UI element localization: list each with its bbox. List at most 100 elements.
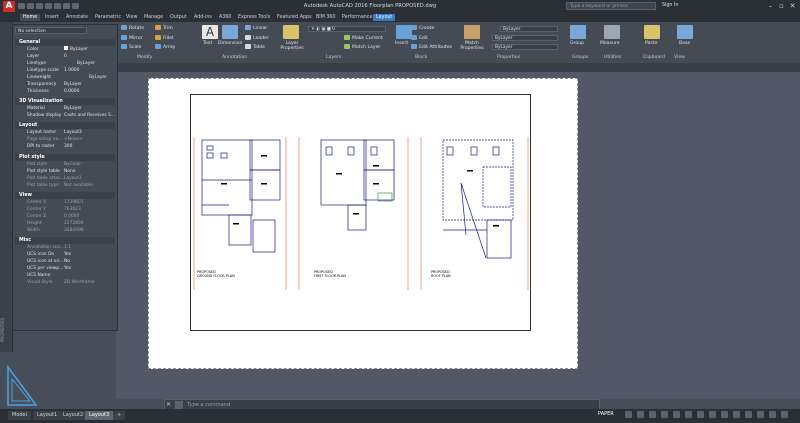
layer-properties-icon[interactable] bbox=[283, 25, 299, 39]
undo-icon[interactable] bbox=[63, 3, 70, 9]
otrack-icon[interactable] bbox=[685, 411, 692, 418]
prop-row[interactable]: UCS Name bbox=[15, 272, 115, 279]
match-layer-button[interactable]: Match Layer bbox=[344, 44, 380, 50]
minimize-icon[interactable]: – bbox=[765, 1, 776, 11]
section-3d-visualization[interactable]: 3D Visualization bbox=[15, 98, 115, 105]
group-icon[interactable] bbox=[570, 25, 586, 39]
prop-row[interactable]: Layer 0 bbox=[15, 53, 115, 60]
prop-row[interactable]: Center Z 0.0000 bbox=[15, 213, 115, 220]
lineweight-icon[interactable] bbox=[697, 411, 704, 418]
make-current-button[interactable]: Make Current bbox=[344, 35, 383, 41]
layer-dropdown[interactable]: ☀ ◐ ▣ ■ 0 bbox=[308, 26, 386, 32]
prop-row[interactable]: Material ByLayer bbox=[15, 105, 115, 112]
lineweight-dropdown[interactable]: ByLayer bbox=[492, 35, 558, 41]
create-block-button[interactable]: Create bbox=[411, 25, 434, 31]
prop-row[interactable]: Shadow display Casts and Receives S... bbox=[15, 112, 115, 119]
prop-row[interactable]: Linetype scale 1.0000 bbox=[15, 67, 115, 74]
array-button[interactable]: Array bbox=[155, 44, 175, 50]
color-dropdown[interactable]: ByLayer bbox=[500, 26, 558, 32]
insert-button[interactable]: Insert bbox=[395, 41, 408, 46]
prop-row[interactable]: Visual Style 2D Wireframe bbox=[15, 279, 115, 286]
maximize-icon[interactable]: ▫ bbox=[776, 1, 787, 11]
tab-layout[interactable]: Layout bbox=[373, 14, 396, 21]
tab-view[interactable]: View bbox=[123, 14, 140, 21]
prop-row[interactable]: Height 2272804 bbox=[15, 220, 115, 227]
tab-express-tools[interactable]: Express Tools bbox=[235, 14, 273, 21]
isolate-icon[interactable] bbox=[745, 411, 752, 418]
prop-row[interactable]: DPI to raster 300 bbox=[15, 143, 115, 150]
app-logo-icon[interactable]: A bbox=[3, 1, 15, 12]
tab-a360[interactable]: A360 bbox=[216, 14, 234, 21]
close-command-icon[interactable]: ✕ bbox=[166, 401, 174, 409]
measure-button[interactable]: Measure bbox=[600, 41, 620, 46]
group-button[interactable]: Group bbox=[570, 41, 584, 46]
prop-row[interactable]: Plot table type Not available bbox=[15, 182, 115, 189]
tab-performance[interactable]: Performance bbox=[339, 14, 375, 21]
grid-icon[interactable] bbox=[625, 411, 632, 418]
prop-row[interactable]: Width 3484996 bbox=[15, 227, 115, 234]
tab-manage[interactable]: Manage bbox=[141, 14, 166, 21]
redo-icon[interactable] bbox=[72, 3, 79, 9]
open-icon[interactable] bbox=[27, 3, 34, 9]
add-layout-button[interactable]: + bbox=[113, 411, 126, 420]
edit-attributes-button[interactable]: Edit Attributes bbox=[411, 44, 452, 50]
base-button[interactable]: Base bbox=[679, 41, 690, 46]
prop-row[interactable]: Center Y 763023 bbox=[15, 206, 115, 213]
tab-model[interactable]: Model bbox=[8, 411, 32, 420]
scale-button[interactable]: Scale bbox=[121, 44, 141, 50]
tab-bim360[interactable]: BIM 360 bbox=[313, 14, 339, 21]
annotation-scale-icon[interactable] bbox=[709, 411, 716, 418]
tab-layout2[interactable]: Layout2 bbox=[59, 411, 88, 420]
prop-row[interactable]: Transparency ByLayer bbox=[15, 81, 115, 88]
prop-row[interactable]: Thickness 0.0000 bbox=[15, 88, 115, 95]
prop-row[interactable]: Plot table attac... Layout3 bbox=[15, 175, 115, 182]
linetype-dropdown[interactable]: ByLayer bbox=[492, 44, 558, 50]
leader-button[interactable]: Leader bbox=[245, 35, 269, 41]
prop-row[interactable]: Plot style table None bbox=[15, 168, 115, 175]
dimension-icon[interactable] bbox=[222, 25, 238, 39]
section-plot-style[interactable]: Plot style bbox=[15, 154, 115, 161]
section-view[interactable]: View bbox=[15, 192, 115, 199]
workspace-icon[interactable] bbox=[721, 411, 728, 418]
match-properties-icon[interactable] bbox=[464, 25, 480, 39]
clean-screen-icon[interactable] bbox=[769, 411, 776, 418]
prop-row[interactable]: Center X 1719601 bbox=[15, 199, 115, 206]
search-input[interactable]: Type a keyword or phrase bbox=[566, 2, 656, 10]
save-as-icon[interactable] bbox=[45, 3, 52, 9]
osnap-icon[interactable] bbox=[673, 411, 680, 418]
linear-button[interactable]: Linear bbox=[245, 25, 267, 31]
prop-row[interactable]: Color ByLayer bbox=[15, 46, 115, 53]
prop-row[interactable]: Page setup na... <None> bbox=[15, 136, 115, 143]
tab-insert[interactable]: Insert bbox=[42, 14, 62, 21]
match-properties-button[interactable]: Match Properties bbox=[460, 41, 484, 51]
dimension-button[interactable]: Dimension bbox=[218, 41, 242, 46]
tab-layout1[interactable]: Layout1 bbox=[33, 411, 62, 420]
fillet-button[interactable]: Fillet bbox=[155, 35, 174, 41]
lock-icon[interactable] bbox=[733, 411, 740, 418]
prop-row[interactable]: Lineweight ByLayer bbox=[15, 74, 115, 81]
text-button[interactable]: Text bbox=[203, 41, 212, 46]
hardware-accel-icon[interactable] bbox=[757, 411, 764, 418]
command-history-icon[interactable] bbox=[175, 401, 183, 409]
layer-properties-button[interactable]: Layer Properties bbox=[280, 41, 304, 51]
section-layout[interactable]: Layout bbox=[15, 122, 115, 129]
prop-row[interactable]: UCS per viewp... Yes bbox=[15, 265, 115, 272]
section-misc[interactable]: Misc bbox=[15, 237, 115, 244]
customize-icon[interactable] bbox=[781, 411, 788, 418]
viewport[interactable]: PROPOSED GROUND FLOOR PLAN PROPOSED FIRS… bbox=[190, 94, 531, 331]
prop-row[interactable]: Annotation sca... 1:1 bbox=[15, 244, 115, 251]
prop-row[interactable]: UCS icon On Yes bbox=[15, 251, 115, 258]
measure-icon[interactable] bbox=[604, 25, 620, 39]
text-icon[interactable]: A bbox=[202, 25, 218, 39]
insert-block-icon[interactable] bbox=[396, 25, 412, 39]
snap-icon[interactable] bbox=[637, 411, 644, 418]
trim-button[interactable]: Trim bbox=[155, 25, 173, 31]
paste-button[interactable]: Paste bbox=[645, 41, 657, 46]
prop-row[interactable]: UCS icon at ori... No bbox=[15, 258, 115, 265]
table-button[interactable]: Table bbox=[245, 44, 265, 50]
tab-layout3[interactable]: Layout3 bbox=[85, 411, 114, 420]
tab-home[interactable]: Home bbox=[20, 14, 41, 21]
selection-dropdown[interactable]: No selection bbox=[15, 27, 87, 34]
ortho-icon[interactable] bbox=[649, 411, 656, 418]
tab-addins[interactable]: Add-ins bbox=[191, 14, 215, 21]
